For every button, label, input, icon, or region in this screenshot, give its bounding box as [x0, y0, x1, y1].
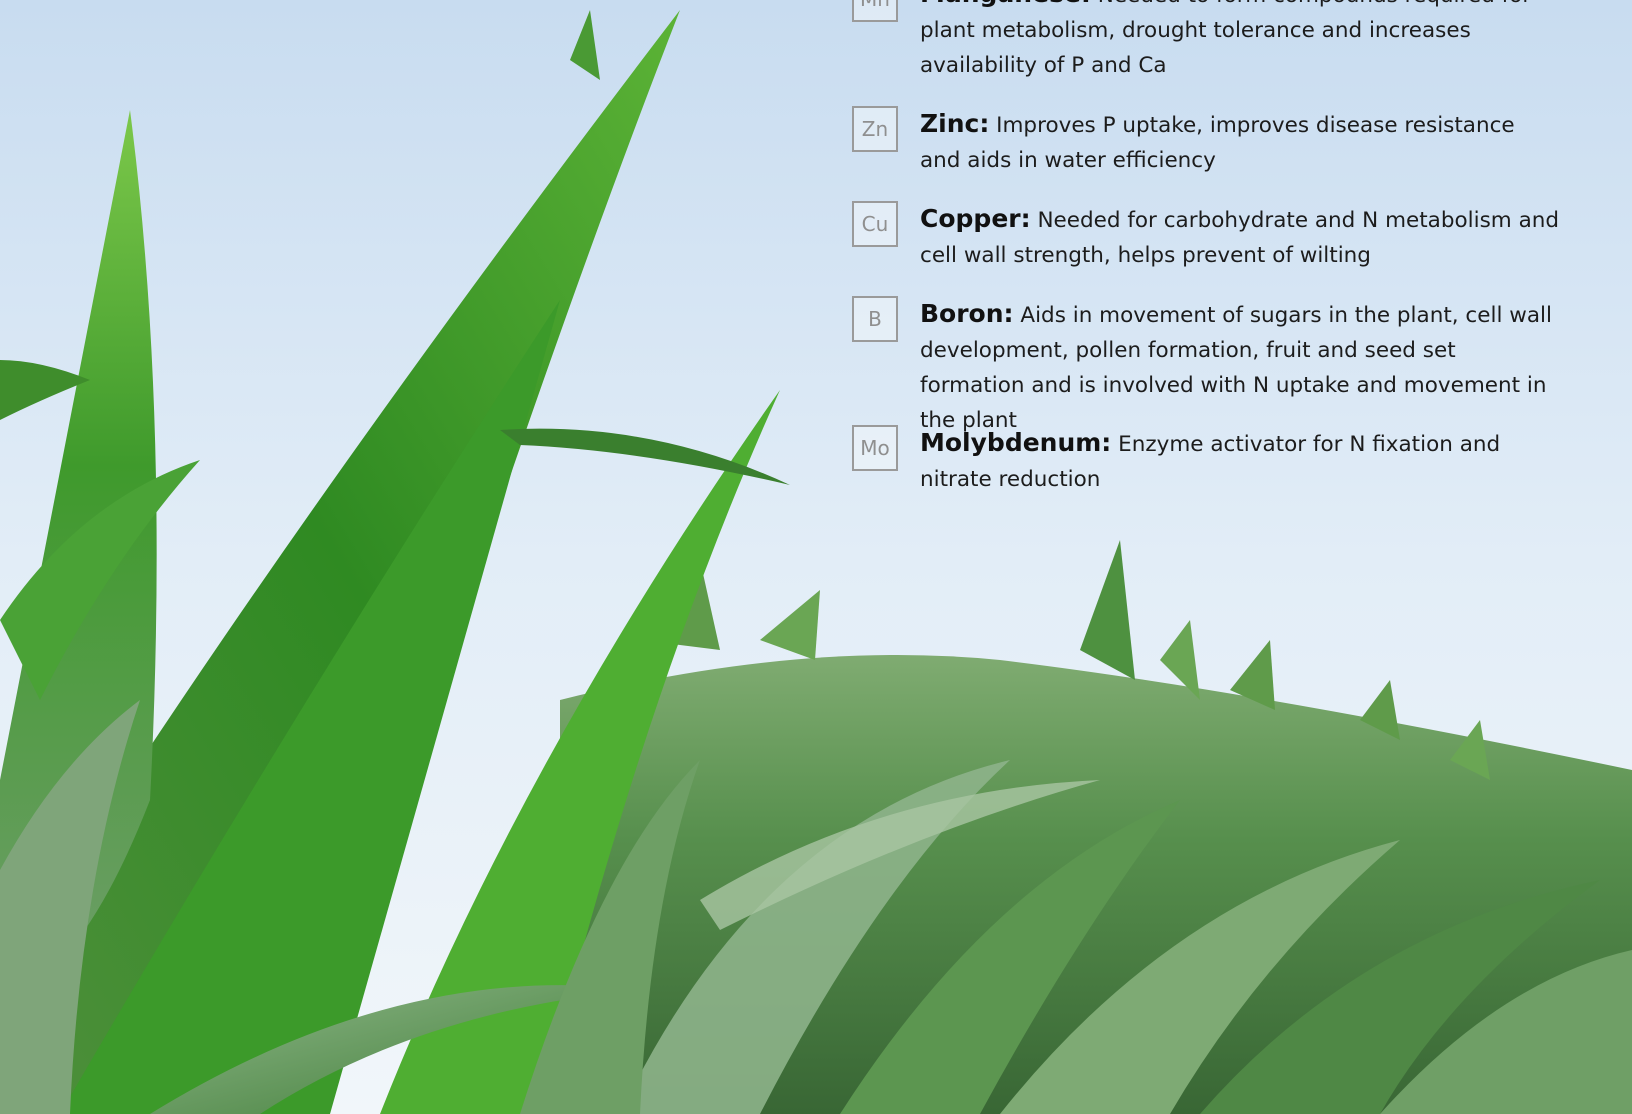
nutrient-description: Copper: Needed for carbohydrate and N me… — [920, 201, 1560, 273]
nutrient-name: Copper: — [920, 204, 1031, 233]
nutrient-description: Manganese: Needed to form compounds requ… — [920, 0, 1560, 83]
nutrient-detail: Needed to form compounds required for pl… — [920, 0, 1531, 78]
element-symbol-box: Cu — [852, 201, 898, 247]
nutrient-name: Zinc: — [920, 109, 990, 138]
element-symbol-box: B — [852, 296, 898, 342]
nutrient-detail: Aids in movement of sugars in the plant,… — [920, 303, 1552, 433]
nutrient-description: Zinc: Improves P uptake, improves diseas… — [920, 106, 1560, 178]
nutrient-detail: Improves P uptake, improves disease resi… — [920, 113, 1515, 173]
nutrient-description: Molybdenum: Enzyme activator for N fixat… — [920, 425, 1560, 497]
element-symbol-box: Mn — [852, 0, 898, 22]
nutrient-name: Molybdenum: — [920, 428, 1112, 457]
nutrient-name: Manganese: — [920, 0, 1091, 8]
element-symbol-box: Mo — [852, 425, 898, 471]
nutrient-name: Boron: — [920, 299, 1014, 328]
nutrient-description: Boron: Aids in movement of sugars in the… — [920, 296, 1560, 438]
element-symbol-box: Zn — [852, 106, 898, 152]
